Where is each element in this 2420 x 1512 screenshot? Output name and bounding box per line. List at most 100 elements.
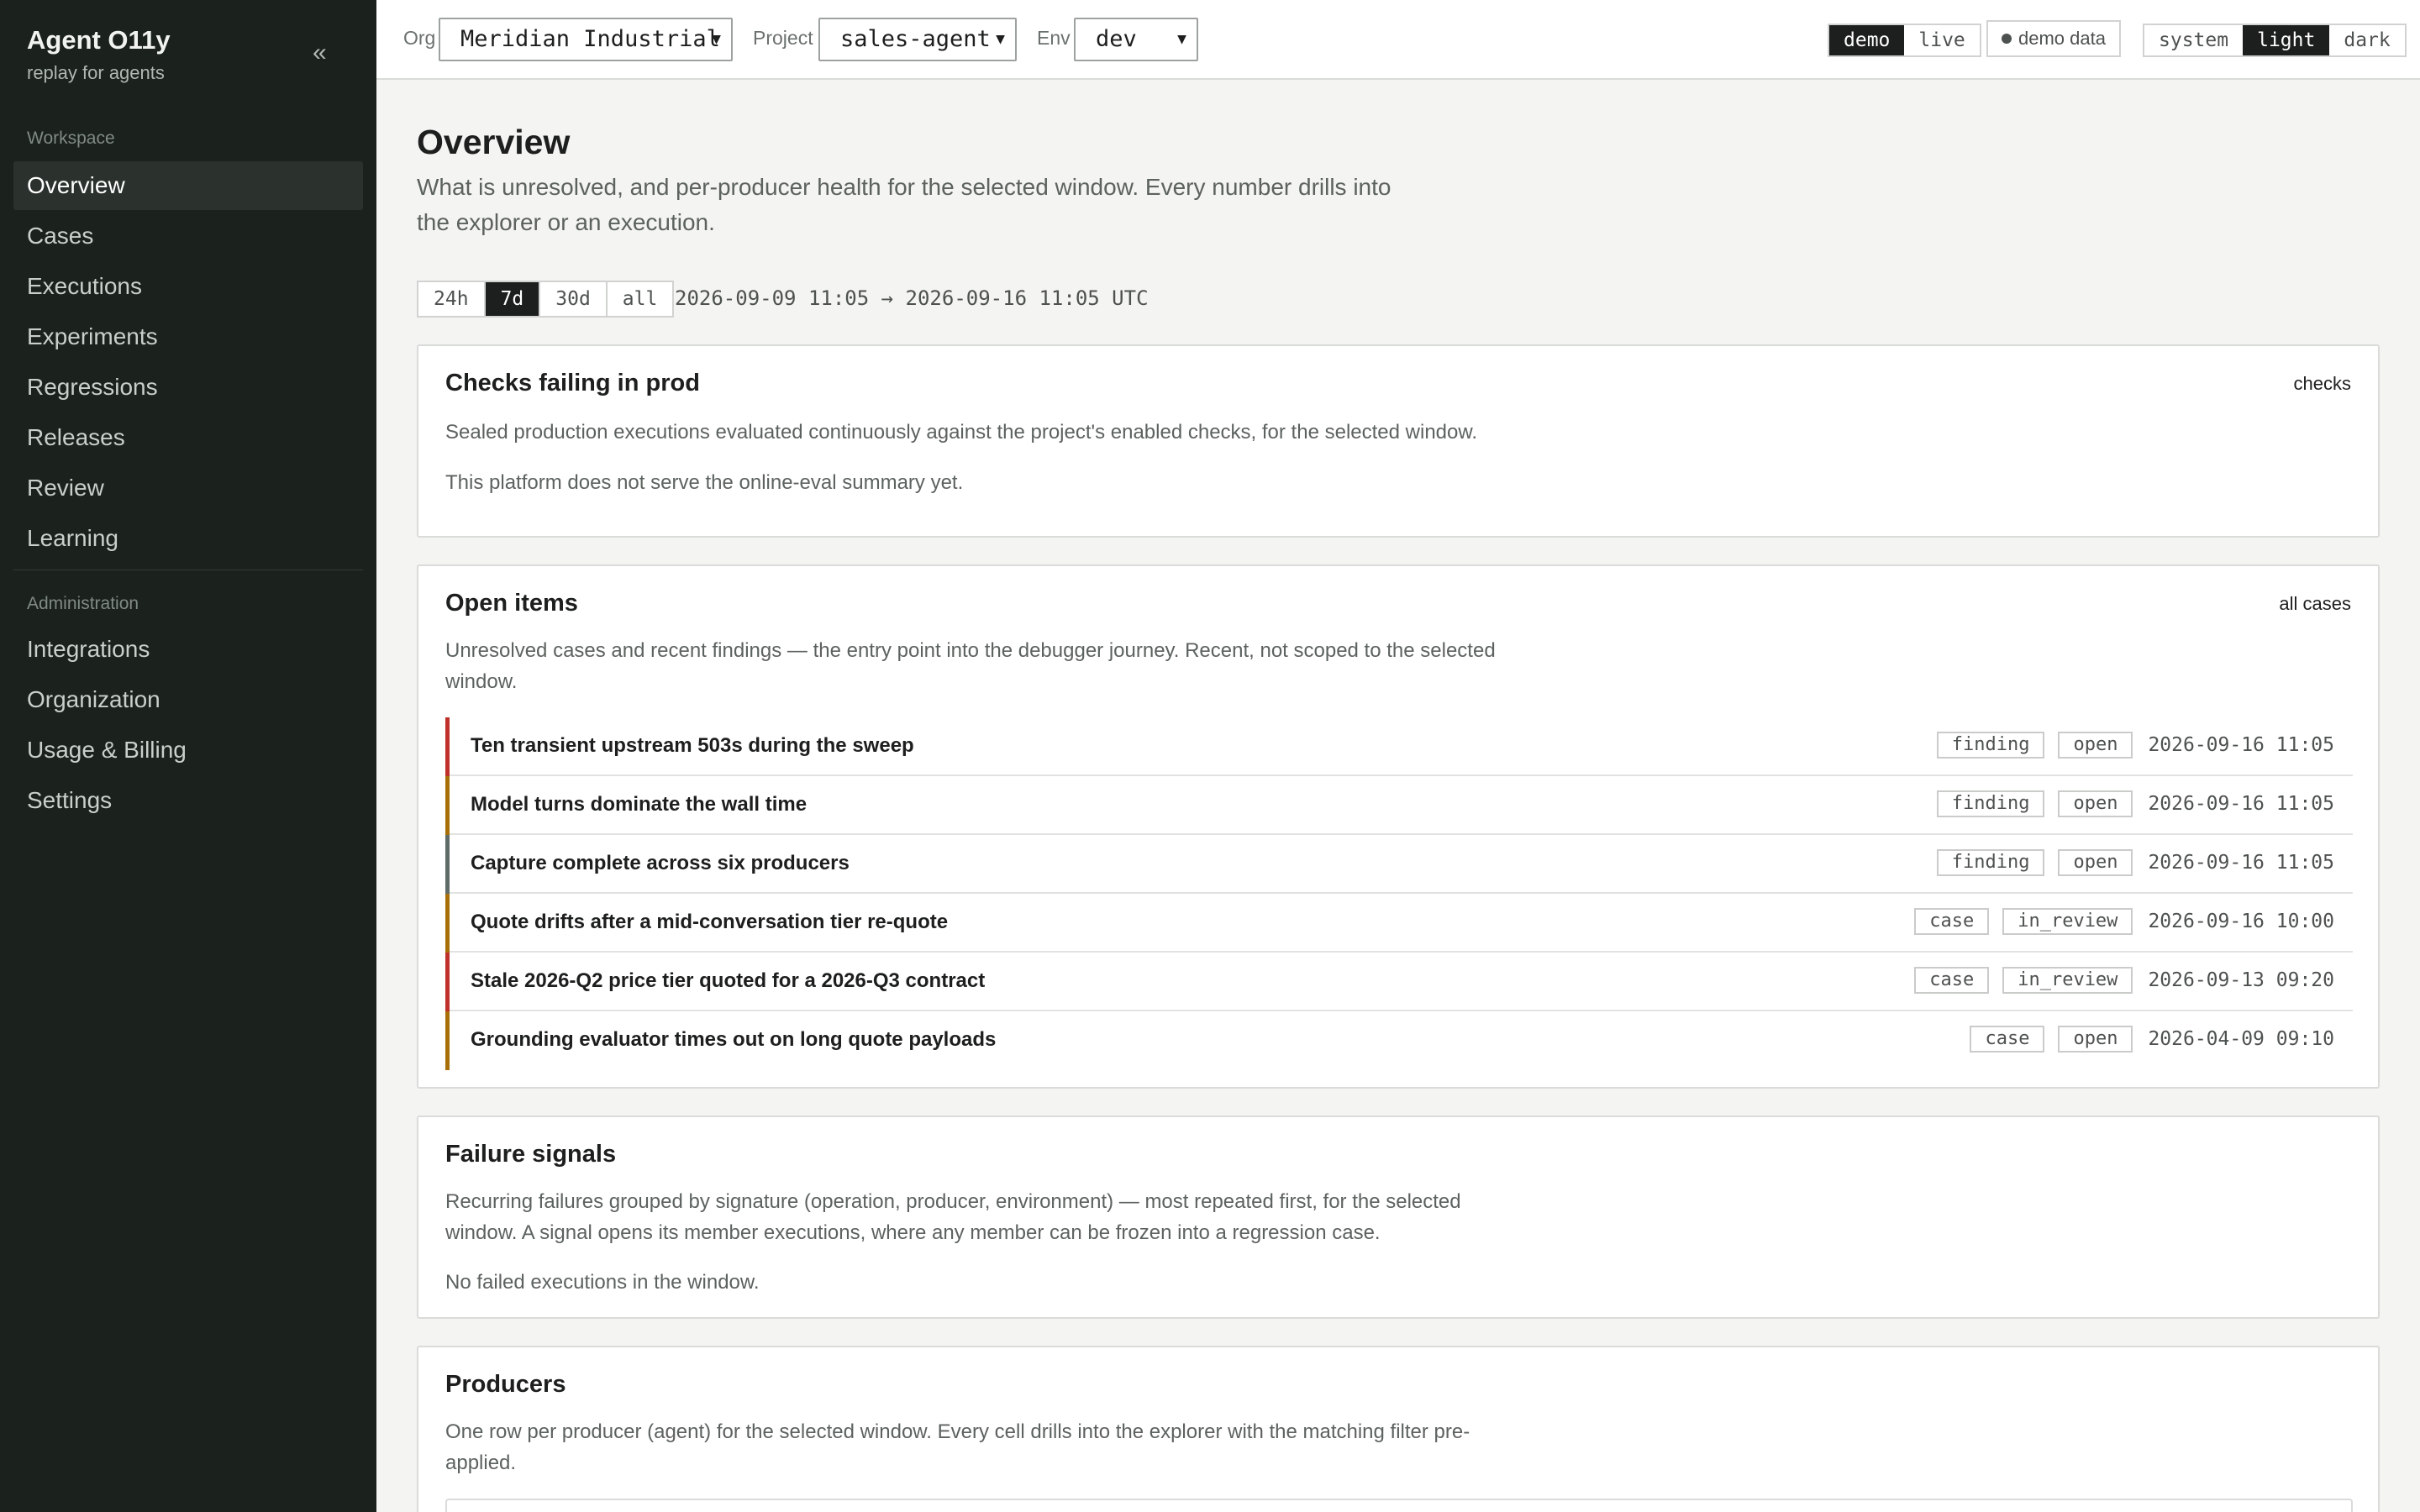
window-range-text: 2026-09-09 11:05 → 2026-09-16 11:05 UTC [675, 286, 1149, 310]
card-title: Producers [445, 1371, 566, 1398]
item-meta: finding open 2026-09-16 11:05 [1923, 790, 2334, 817]
chevron-down-icon: ▼ [1177, 30, 1186, 48]
range-all-option[interactable]: all [608, 282, 673, 316]
sidebar-item-executions[interactable]: Executions [13, 262, 363, 311]
sidebar-item-settings[interactable]: Settings [13, 776, 363, 825]
kind-badge: case [1914, 967, 1990, 994]
status-badge: open [2058, 1026, 2133, 1053]
card-description: Sealed production executions evaluated c… [445, 421, 1478, 444]
item-title: Quote drifts after a mid-conversation ti… [471, 911, 949, 933]
item-meta: finding open 2026-09-16 11:05 [1923, 732, 2334, 759]
collapse-sidebar-icon[interactable]: « [313, 39, 327, 67]
theme-light-option[interactable]: light [2243, 25, 2330, 55]
kind-badge: case [1970, 1026, 2045, 1053]
severity-bar [445, 1011, 450, 1070]
list-item[interactable]: Grounding evaluator times out on long qu… [445, 1011, 2353, 1070]
env-label: Env [1037, 27, 1071, 49]
item-title: Grounding evaluator times out on long qu… [471, 1028, 997, 1051]
sidebar-item-organization[interactable]: Organization [13, 675, 363, 724]
org-select[interactable]: Meridian Industrial ▼ [439, 18, 733, 61]
theme-dark-option[interactable]: dark [2329, 25, 2404, 55]
administration-section-label: Administration [27, 594, 139, 613]
severity-bar [445, 953, 450, 1011]
mode-demo-option[interactable]: demo [1829, 25, 1905, 55]
kind-badge: finding [1936, 849, 2045, 876]
checks-failing-card: Checks failing in prod checks Sealed pro… [417, 344, 2380, 538]
open-items-card: Open items all cases Unresolved cases an… [417, 564, 2380, 1089]
item-timestamp: 2026-09-16 11:05 [2148, 852, 2334, 874]
card-title: Failure signals [445, 1141, 617, 1168]
item-timestamp: 2026-09-16 10:00 [2148, 911, 2334, 932]
sidebar-item-cases[interactable]: Cases [13, 212, 363, 260]
env-select[interactable]: dev ▼ [1074, 18, 1198, 61]
sidebar-item-regressions[interactable]: Regressions [13, 363, 363, 412]
checks-link[interactable]: checks [2294, 373, 2351, 395]
kind-badge: finding [1936, 732, 2045, 759]
item-timestamp: 2026-09-16 11:05 [2148, 793, 2334, 815]
mode-live-option[interactable]: live [1904, 25, 1979, 55]
status-badge: open [2058, 732, 2133, 759]
sidebar-item-overview[interactable]: Overview [13, 161, 363, 210]
project-select[interactable]: sales-agent ▼ [818, 18, 1017, 61]
app-title: Agent O11y [27, 25, 171, 55]
item-meta: case open 2026-04-09 09:10 [1956, 1026, 2334, 1053]
chevron-down-icon: ▼ [996, 30, 1005, 48]
top-bar: Org Meridian Industrial ▼ Project sales-… [376, 0, 2420, 80]
item-timestamp: 2026-09-13 09:20 [2148, 969, 2334, 991]
status-badge: open [2058, 849, 2133, 876]
item-title: Model turns dominate the wall time [471, 793, 808, 816]
sidebar-item-usage-billing[interactable]: Usage & Billing [13, 726, 363, 774]
list-item[interactable]: Quote drifts after a mid-conversation ti… [445, 894, 2353, 953]
card-note: No failed executions in the window. [445, 1271, 760, 1294]
severity-bar [445, 717, 450, 776]
theme-system-option[interactable]: system [2144, 25, 2243, 55]
item-title: Stale 2026-Q2 price tier quoted for a 20… [471, 969, 986, 992]
card-title: Checks failing in prod [445, 370, 700, 396]
item-title: Capture complete across six producers [471, 852, 850, 874]
card-note: This platform does not serve the online-… [445, 471, 964, 494]
org-label: Org [403, 27, 436, 49]
page-title: Overview [417, 123, 571, 161]
org-select-value: Meridian Industrial [460, 26, 720, 52]
env-select-value: dev [1096, 26, 1137, 52]
sidebar-item-releases[interactable]: Releases [13, 413, 363, 462]
sidebar: Agent O11y replay for agents « Workspace… [0, 0, 376, 1512]
status-dot-icon [2002, 34, 2012, 44]
page-description: What is unresolved, and per-producer hea… [417, 174, 1392, 235]
severity-bar [445, 776, 450, 835]
workspace-section-label: Workspace [27, 129, 115, 148]
status-badge: in_review [2002, 908, 2133, 935]
failure-signals-card: Failure signals Recurring failures group… [417, 1116, 2380, 1319]
demo-data-badge-label: demo data [2018, 28, 2106, 49]
list-item[interactable]: Stale 2026-Q2 price tier quoted for a 20… [445, 953, 2353, 1011]
severity-bar [445, 835, 450, 894]
range-30d-option[interactable]: 30d [540, 282, 608, 316]
theme-toggle: system light dark [2143, 24, 2407, 57]
item-meta: case in_review 2026-09-16 10:00 [1901, 908, 2334, 935]
card-description: Unresolved cases and recent findings — t… [445, 639, 1496, 693]
producers-card: Producers One row per producer (agent) f… [417, 1346, 2380, 1512]
list-item[interactable]: Ten transient upstream 503s during the s… [445, 717, 2353, 776]
kind-badge: finding [1936, 790, 2045, 817]
status-badge: in_review [2002, 967, 2133, 994]
range-24h-option[interactable]: 24h [418, 282, 486, 316]
list-item[interactable]: Capture complete across six producers fi… [445, 835, 2353, 894]
item-meta: case in_review 2026-09-13 09:20 [1901, 967, 2334, 994]
status-badge: open [2058, 790, 2133, 817]
sidebar-item-integrations[interactable]: Integrations [13, 625, 363, 674]
sidebar-item-review[interactable]: Review [13, 464, 363, 512]
project-select-value: sales-agent [840, 26, 991, 52]
range-7d-option[interactable]: 7d [485, 282, 541, 316]
card-description: One row per producer (agent) for the sel… [445, 1420, 1470, 1474]
time-range-selector: 24h 7d 30d all [417, 281, 675, 318]
card-title: Open items [445, 590, 578, 617]
card-description: Recurring failures grouped by signature … [445, 1190, 1461, 1244]
app-subtitle: replay for agents [27, 62, 165, 83]
item-timestamp: 2026-09-16 11:05 [2148, 734, 2334, 756]
chevron-down-icon: ▼ [712, 30, 721, 48]
severity-bar [445, 894, 450, 953]
list-item[interactable]: Model turns dominate the wall time findi… [445, 776, 2353, 835]
sidebar-item-experiments[interactable]: Experiments [13, 312, 363, 361]
all-cases-link[interactable]: all cases [2279, 593, 2351, 615]
sidebar-item-learning[interactable]: Learning [13, 514, 363, 563]
